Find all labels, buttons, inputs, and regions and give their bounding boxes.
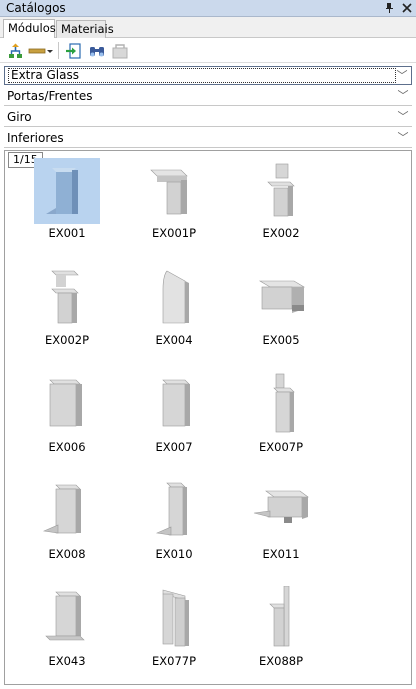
gallery-item-ex043[interactable]: EX043 (11, 583, 111, 683)
item-label: EX008 (48, 547, 86, 561)
filter-combo-type[interactable]: Giro ﹀ (4, 108, 412, 127)
filter-combo-subtype-value: Inferiores (7, 131, 64, 145)
gallery-item-ex002[interactable]: EX002 (225, 155, 325, 255)
profile-thumbnail (141, 158, 207, 224)
binoculars-icon[interactable] (87, 41, 107, 60)
item-label: EX004 (155, 333, 193, 347)
item-label: EX001P (151, 226, 197, 240)
item-label: EX007P (258, 440, 304, 454)
toolbar (0, 38, 416, 63)
item-label: EX007 (155, 440, 193, 454)
profile-thumbnail (34, 479, 100, 545)
chevron-down-icon[interactable]: ﹀ (396, 87, 410, 105)
item-label: EX088P (258, 654, 304, 668)
close-icon[interactable] (400, 1, 414, 15)
item-label: EX005 (262, 333, 300, 347)
gallery-item-ex006[interactable]: EX006 (11, 369, 111, 469)
gallery-item-ex002p[interactable]: EX002P (11, 262, 111, 362)
profile-thumbnail (34, 372, 100, 438)
item-label: EX043 (48, 654, 86, 668)
chevron-down-icon[interactable]: ﹀ (396, 108, 410, 126)
tab-modulos[interactable]: Módulos (3, 19, 56, 38)
item-label: EX077P (151, 654, 197, 668)
filter-combo-category[interactable]: Portas/Frentes ﹀ (4, 87, 412, 106)
gallery-item-ex011[interactable]: EX011 (225, 476, 325, 576)
profile-thumbnail (34, 586, 100, 652)
ruler-dropdown-icon[interactable] (28, 41, 54, 60)
chevron-down-icon[interactable]: ﹀ (396, 129, 410, 147)
chevron-down-icon[interactable]: ﹀ (395, 67, 409, 85)
gallery-item-ex077p[interactable]: EX077P (118, 583, 218, 683)
item-label: EX006 (48, 440, 86, 454)
gallery-item-ex010[interactable]: EX010 (118, 476, 218, 576)
profile-thumbnail (34, 265, 100, 331)
item-label: EX010 (155, 547, 193, 561)
gallery-item-ex005[interactable]: EX005 (225, 262, 325, 362)
profile-thumbnail (248, 479, 314, 545)
gallery-item-ex007p[interactable]: EX007P (225, 369, 325, 469)
gallery-item-ex001p[interactable]: EX001P (118, 155, 218, 255)
profile-thumbnail (248, 586, 314, 652)
profile-thumbnail (141, 586, 207, 652)
profile-thumbnail (141, 479, 207, 545)
profile-thumbnail (248, 265, 314, 331)
profile-thumbnail (141, 372, 207, 438)
gallery-item-ex088p[interactable]: EX088P (225, 583, 325, 683)
gallery-item-ex008[interactable]: EX008 (11, 476, 111, 576)
module-gallery: 1/15 EX001 EX001P EX002 EX002P EX004 EX0… (4, 150, 412, 685)
filter-combo-type-value: Giro (7, 110, 32, 124)
title-bar: Catálogos (0, 0, 416, 17)
profile-thumbnail (34, 158, 100, 224)
tree-up-icon[interactable] (6, 41, 26, 60)
pin-icon[interactable] (382, 1, 396, 15)
profile-thumbnail (248, 372, 314, 438)
item-label: EX011 (262, 547, 300, 561)
window-title: Catálogos (6, 1, 66, 15)
filter-combo-line-value: Extra Glass (8, 68, 396, 83)
filter-combo-category-value: Portas/Frentes (7, 89, 93, 103)
filter-combo-line[interactable]: Extra Glass ﹀ (4, 66, 412, 85)
module-disabled-icon[interactable] (110, 41, 130, 60)
insert-icon[interactable] (63, 41, 83, 60)
profile-thumbnail (248, 158, 314, 224)
item-label: EX002 (262, 226, 300, 240)
gallery-item-ex007[interactable]: EX007 (118, 369, 218, 469)
gallery-item-ex004[interactable]: EX004 (118, 262, 218, 362)
item-label: EX001 (48, 226, 86, 240)
tab-strip: Módulos Materiais (0, 17, 416, 38)
item-label: EX002P (44, 333, 90, 347)
filter-combo-subtype[interactable]: Inferiores ﹀ (4, 129, 412, 148)
tab-materiais[interactable]: Materiais (56, 20, 114, 38)
profile-thumbnail (141, 265, 207, 331)
gallery-item-ex001[interactable]: EX001 (11, 155, 111, 255)
